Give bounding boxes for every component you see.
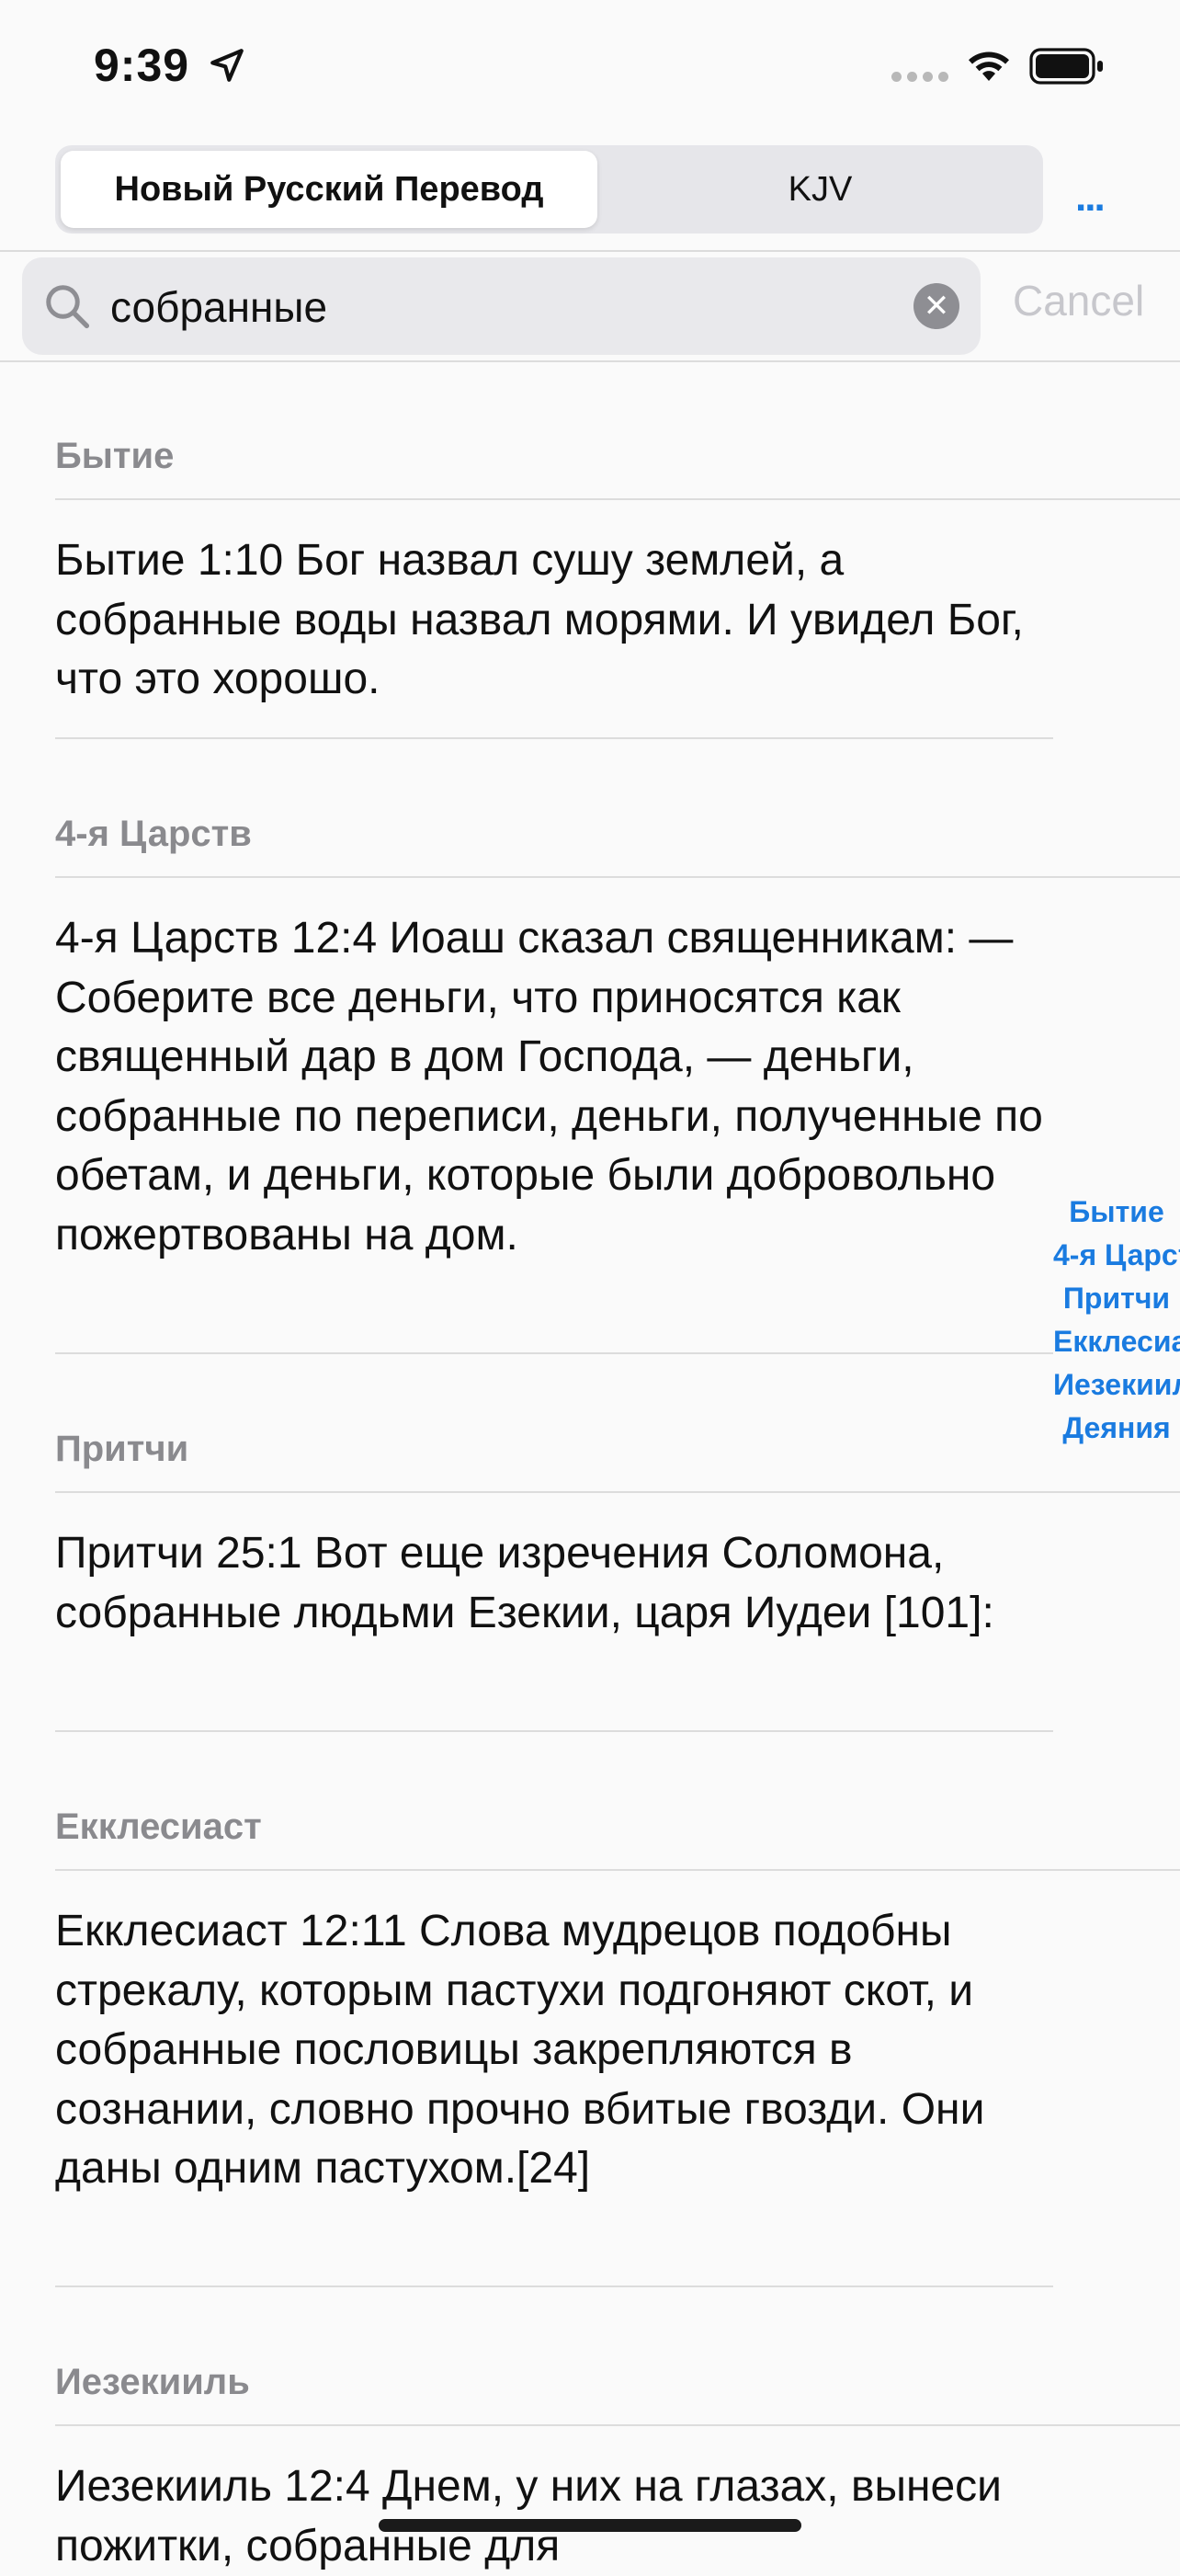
- divider: [55, 1869, 1180, 1871]
- divider: [0, 360, 1180, 362]
- home-indicator[interactable]: [379, 2519, 801, 2532]
- index-item[interactable]: Притчи: [1053, 1277, 1180, 1320]
- section-header: Екклесиаст: [55, 1807, 262, 1847]
- section-header: Притчи: [55, 1429, 189, 1469]
- segment-kjv[interactable]: KJV: [603, 151, 1038, 228]
- verse-row[interactable]: Притчи 25:1 Вот еще изречения Соломона, …: [55, 1524, 1048, 1643]
- cancel-button[interactable]: Cancel: [1013, 276, 1144, 325]
- index-item[interactable]: 4-я Царств: [1053, 1234, 1180, 1277]
- divider: [55, 737, 1053, 739]
- index-item[interactable]: Иезекииль: [1053, 1363, 1180, 1407]
- divider: [55, 2285, 1053, 2287]
- section-index: Бытие 4-я Царств Притчи Екклесиаст Иезек…: [1053, 1191, 1180, 1450]
- index-item[interactable]: Бытие: [1053, 1191, 1180, 1234]
- status-bar: 9:39: [0, 0, 1180, 138]
- verse-row[interactable]: Бытие 1:10 Бог назвал сушу землей, а соб…: [55, 531, 1048, 710]
- status-time: 9:39: [94, 40, 190, 91]
- more-button[interactable]: ...: [1075, 175, 1106, 221]
- translation-segmented-control: Новый Русский Перевод KJV: [55, 145, 1043, 234]
- search-input[interactable]: [108, 276, 921, 338]
- section-header: 4-я Царств: [55, 814, 252, 854]
- divider: [55, 876, 1180, 878]
- divider: [55, 1730, 1053, 1732]
- section-header: Бытие: [55, 436, 175, 476]
- search-icon: [46, 285, 90, 329]
- location-arrow-icon: [210, 49, 244, 82]
- signal-icon: [891, 72, 948, 82]
- search-bar: ✕: [22, 257, 981, 355]
- divider: [55, 498, 1180, 500]
- divider: [0, 250, 1180, 252]
- section-header: Иезекииль: [55, 2362, 250, 2402]
- battery-icon: [1029, 48, 1103, 85]
- index-item[interactable]: Деяния: [1053, 1407, 1180, 1450]
- verse-row[interactable]: Иезекииль 12:4 Днем, у них на глазах, вы…: [55, 2457, 1048, 2576]
- clear-search-icon[interactable]: ✕: [913, 283, 959, 329]
- wifi-icon: [969, 51, 1009, 81]
- divider: [55, 1491, 1180, 1493]
- divider: [55, 1352, 1053, 1354]
- verse-row[interactable]: Екклесиаст 12:11 Слова мудрецов подобны …: [55, 1902, 1048, 2199]
- index-item[interactable]: Екклесиаст: [1053, 1320, 1180, 1363]
- divider: [55, 2424, 1180, 2426]
- verse-row[interactable]: 4-я Царств 12:4 Иоаш сказал священникам:…: [55, 909, 1048, 1265]
- segment-nrp[interactable]: Новый Русский Перевод: [61, 151, 597, 228]
